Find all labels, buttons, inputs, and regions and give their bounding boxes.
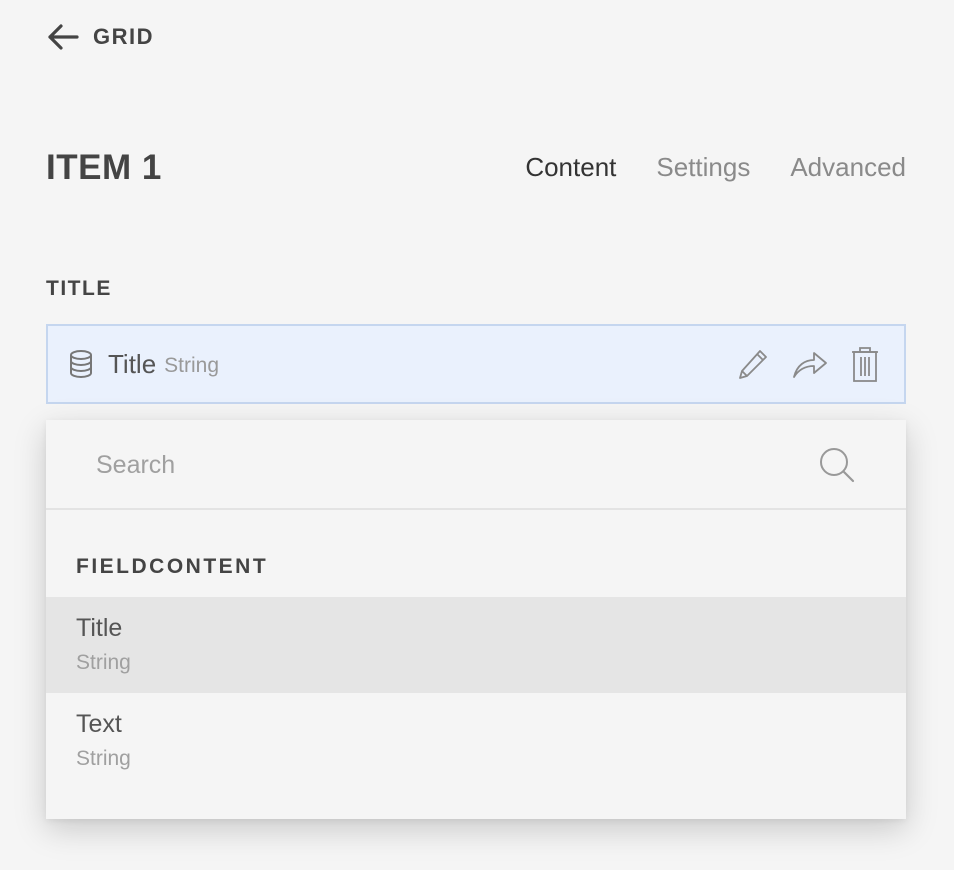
group-label: FIELDCONTENT [76, 555, 269, 578]
field-name: Title [108, 348, 157, 379]
arrow-left-icon [48, 24, 79, 50]
list-item-type: String [76, 651, 131, 674]
tab-settings[interactable]: Settings [656, 150, 750, 184]
list-item-name: Title [76, 614, 123, 642]
field-list: Title String Text String [46, 597, 906, 789]
list-item[interactable]: Text String [46, 693, 906, 789]
field-actions [736, 345, 880, 383]
pencil-icon[interactable] [736, 347, 770, 381]
back-link[interactable]: GRID [46, 22, 154, 52]
list-item-type: String [76, 747, 131, 770]
trash-icon[interactable] [850, 345, 880, 383]
share-arrow-icon[interactable] [792, 347, 828, 381]
tab-advanced[interactable]: Advanced [790, 150, 906, 184]
search-icon[interactable] [818, 446, 856, 484]
section-label: TITLE [46, 277, 112, 300]
field-picker-dropdown: FIELDCONTENT Title String Text String [46, 420, 906, 819]
tab-bar: Content Settings Advanced [525, 150, 906, 184]
database-icon [70, 350, 92, 379]
search-row [46, 420, 906, 510]
page-title: ITEM 1 [46, 148, 162, 187]
tab-content[interactable]: Content [525, 150, 616, 184]
list-item-name: Text [76, 710, 122, 738]
list-item[interactable]: Title String [46, 597, 906, 693]
selected-field[interactable]: Title String [46, 324, 906, 404]
field-type: String [164, 354, 220, 377]
back-label: GRID [93, 24, 154, 49]
search-input[interactable] [76, 442, 776, 488]
